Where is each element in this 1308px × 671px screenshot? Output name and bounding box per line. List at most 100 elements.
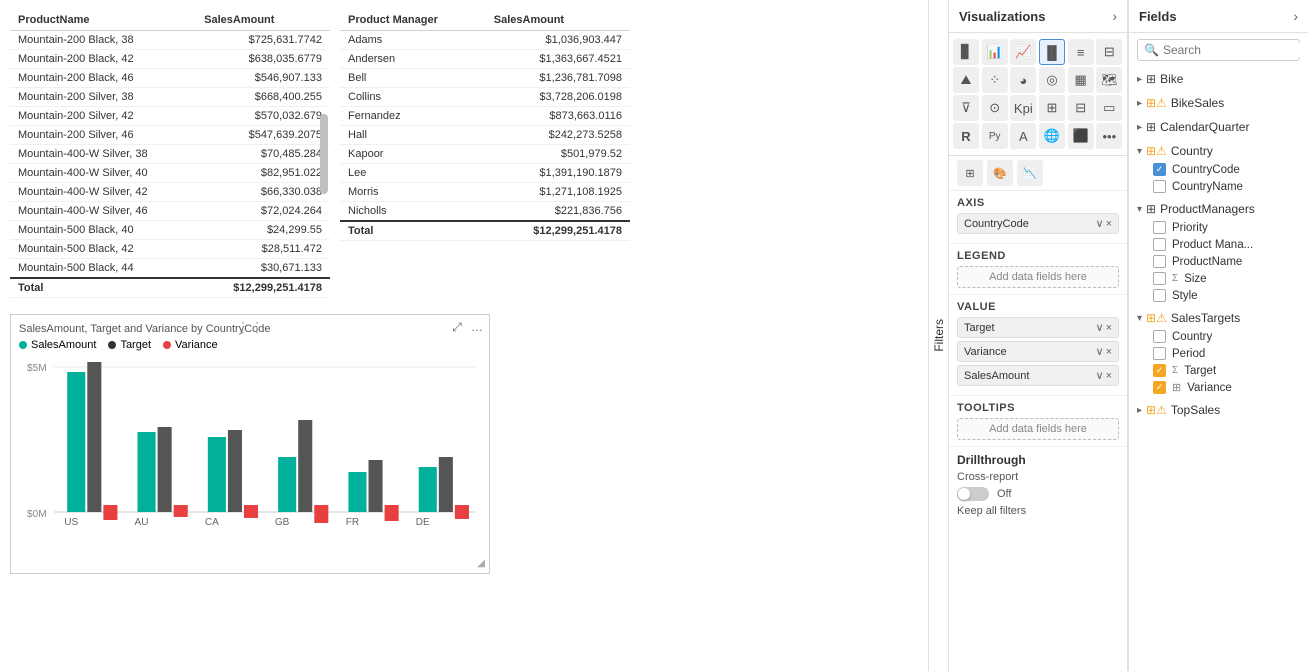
drillthrough-section: Drillthrough Cross-report Off Keep all f… — [949, 447, 1127, 523]
field-checkbox[interactable] — [1153, 180, 1166, 193]
field-checkbox[interactable] — [1153, 347, 1166, 360]
viz-format-btn[interactable]: 🎨 — [987, 160, 1013, 186]
viz-gauge-btn[interactable]: ⊙ — [982, 95, 1008, 121]
field-label: Country — [1172, 331, 1212, 343]
field-checkbox[interactable] — [1153, 272, 1166, 285]
viz-shape-btn[interactable]: ⬛ — [1068, 123, 1094, 149]
filters-panel[interactable]: Filters — [928, 0, 948, 671]
viz-funnel-btn[interactable]: ⊽ — [953, 95, 979, 121]
group-header-bike[interactable]: ▸ ⊞ Bike — [1129, 69, 1308, 89]
field-item-country[interactable]: Country — [1129, 328, 1308, 345]
viz-pie-btn[interactable]: ◕ — [1010, 67, 1036, 93]
filters-label[interactable]: Filters — [932, 319, 946, 352]
drag-handle[interactable]: ⋮⋮ — [236, 319, 264, 336]
value-label: Value — [957, 301, 1119, 313]
viz-py-btn[interactable]: Py — [982, 123, 1008, 149]
group-header-country[interactable]: ▾ ⊞⚠ Country — [1129, 141, 1308, 161]
table-row: Kapoor$501,979.52 — [340, 145, 630, 164]
expand-chart-button[interactable]: ⤢ — [449, 319, 465, 335]
close-icon[interactable]: × — [1106, 322, 1112, 334]
viz-treemap-btn[interactable]: ▦ — [1068, 67, 1094, 93]
field-item-variance[interactable]: ✓ ⊞ Variance — [1129, 379, 1308, 396]
target-chip-actions: ∨ × — [1096, 321, 1113, 334]
axis-field-name: CountryCode — [964, 218, 1029, 230]
viz-area-chart-btn[interactable]: ⛰ — [953, 67, 979, 93]
field-item-countrycode[interactable]: ✓ CountryCode — [1129, 161, 1308, 178]
amount-cell: $221,836.756 — [486, 202, 630, 222]
resize-handle[interactable]: ◢ — [477, 558, 485, 569]
group-header-calendarquarter[interactable]: ▸ ⊞ CalendarQuarter — [1129, 117, 1308, 137]
viz-text-btn[interactable]: A — [1010, 123, 1036, 149]
table-row: Mountain-500 Black, 40$24,299.55 — [10, 221, 330, 240]
field-checkbox[interactable] — [1153, 255, 1166, 268]
viz-100pct-bar-btn[interactable]: ⊟ — [1096, 39, 1122, 65]
field-checkbox[interactable] — [1153, 238, 1166, 251]
chevron-down-icon[interactable]: ∨ — [1096, 369, 1104, 382]
chevron-down-icon[interactable]: ∨ — [1096, 321, 1104, 334]
field-item-countryname[interactable]: CountryName — [1129, 178, 1308, 195]
close-icon[interactable]: × — [1106, 346, 1112, 358]
viz-kpi-btn[interactable]: Kpi — [1010, 95, 1036, 121]
field-item-style[interactable]: Style — [1129, 287, 1308, 304]
viz-table-btn[interactable]: ⊞ — [1039, 95, 1065, 121]
field-checkbox[interactable]: ✓ — [1153, 163, 1166, 176]
tooltips-label: Tooltips — [957, 402, 1119, 414]
value-field-sales[interactable]: SalesAmount ∨ × — [957, 365, 1119, 386]
chevron-down-icon[interactable]: ∨ — [1096, 345, 1104, 358]
viz-grouped-bar-btn[interactable]: ▐▌ — [1039, 39, 1065, 65]
legend-dot-variance — [163, 341, 171, 349]
table-row: Adams$1,036,903.447 — [340, 31, 630, 50]
field-checkbox[interactable] — [1153, 330, 1166, 343]
fields-collapse-button[interactable]: › — [1293, 8, 1298, 24]
close-icon[interactable]: × — [1106, 218, 1112, 230]
group-header-productmanagers[interactable]: ▾ ⊞ ProductManagers — [1129, 199, 1308, 219]
field-checkbox[interactable]: ✓ — [1153, 381, 1166, 394]
viz-more-btn[interactable]: ••• — [1096, 123, 1122, 149]
amount-cell: $570,032.679 — [196, 107, 330, 126]
legend-variance: Variance — [163, 339, 218, 351]
scroll-bar[interactable] — [320, 114, 328, 194]
group-header-salestargets[interactable]: ▾ ⊞⚠ SalesTargets — [1129, 308, 1308, 328]
viz-bar-chart-btn[interactable]: ▊ — [953, 39, 979, 65]
value-field-variance[interactable]: Variance ∨ × — [957, 341, 1119, 362]
fields-panel: Fields › 🔍 ▸ ⊞ Bike ▸ ⊞⚠ BikeSales ▸ ⊞ C… — [1128, 0, 1308, 671]
viz-line-chart-btn[interactable]: 📈 — [1010, 39, 1036, 65]
viz-scatter-btn[interactable]: ⁘ — [982, 67, 1008, 93]
more-options-button[interactable]: … — [469, 319, 485, 335]
cross-report-toggle[interactable] — [957, 487, 989, 501]
viz-matrix-btn[interactable]: ⊟ — [1068, 95, 1094, 121]
viz-stacked-bar-btn[interactable]: ≡ — [1068, 39, 1094, 65]
field-item-size[interactable]: Σ Size — [1129, 270, 1308, 287]
field-checkbox[interactable]: ✓ — [1153, 364, 1166, 377]
group-header-bikesales[interactable]: ▸ ⊞⚠ BikeSales — [1129, 93, 1308, 113]
manager-name-cell: Andersen — [340, 50, 486, 69]
viz-collapse-button[interactable]: › — [1112, 8, 1117, 24]
product-name-cell: Mountain-200 Silver, 42 — [10, 107, 196, 126]
field-item-priority[interactable]: Priority — [1129, 219, 1308, 236]
field-item-period[interactable]: Period — [1129, 345, 1308, 362]
field-item-product-mana---[interactable]: Product Mana... — [1129, 236, 1308, 253]
chart-legend: SalesAmount Target Variance — [19, 339, 481, 351]
field-item-productname[interactable]: ProductName — [1129, 253, 1308, 270]
viz-column-chart-btn[interactable]: 📊 — [982, 39, 1008, 65]
group-header-topsales[interactable]: ▸ ⊞⚠ TopSales — [1129, 400, 1308, 420]
viz-map-btn[interactable]: 🗺 — [1096, 67, 1122, 93]
viz-analytics-btn[interactable]: 📉 — [1017, 160, 1043, 186]
field-checkbox[interactable] — [1153, 289, 1166, 302]
fields-search-box[interactable]: 🔍 — [1137, 39, 1300, 61]
legend-drop-zone[interactable]: Add data fields here — [957, 266, 1119, 288]
viz-fields-btn[interactable]: ⊞ — [957, 160, 983, 186]
axis-field-chip[interactable]: CountryCode ∨ × — [957, 213, 1119, 234]
chevron-down-icon[interactable]: ∨ — [1096, 217, 1104, 230]
close-icon[interactable]: × — [1106, 370, 1112, 382]
tooltips-drop-zone[interactable]: Add data fields here — [957, 418, 1119, 440]
field-checkbox[interactable] — [1153, 221, 1166, 234]
group-label: SalesTargets — [1171, 311, 1240, 325]
viz-card-btn[interactable]: ▭ — [1096, 95, 1122, 121]
field-item-target[interactable]: ✓ Σ Target — [1129, 362, 1308, 379]
viz-r-btn[interactable]: R — [953, 123, 979, 149]
viz-donut-btn[interactable]: ◎ — [1039, 67, 1065, 93]
viz-image-btn[interactable]: 🌐 — [1039, 123, 1065, 149]
search-input[interactable] — [1163, 43, 1308, 57]
value-field-target[interactable]: Target ∨ × — [957, 317, 1119, 338]
